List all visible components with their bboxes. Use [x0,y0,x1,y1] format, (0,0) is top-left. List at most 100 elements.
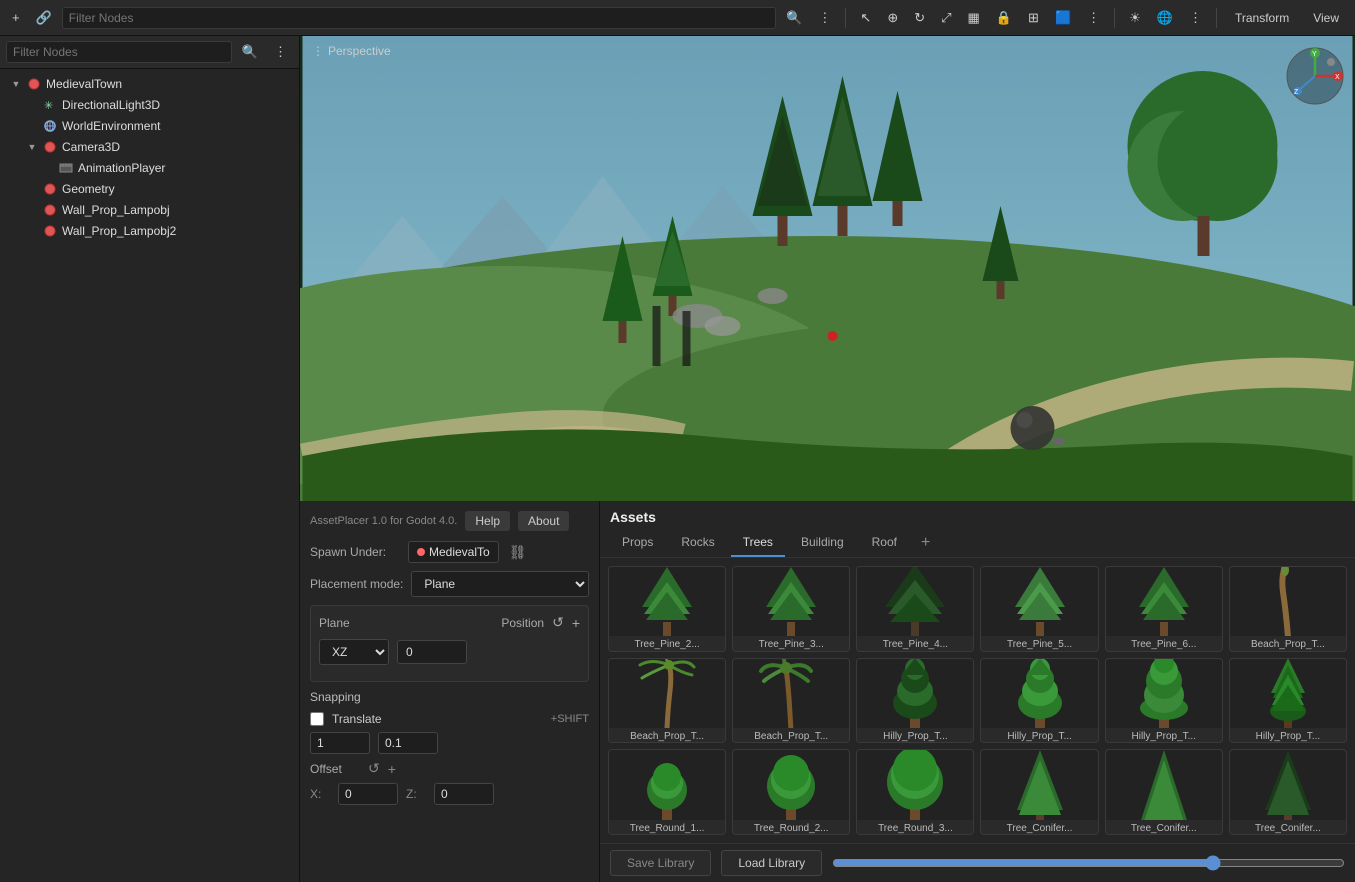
offset-add-button[interactable]: + [388,761,396,777]
add-tab-button[interactable]: + [913,530,938,556]
grid-tool-button[interactable]: ⊞ [1022,6,1045,30]
bottom-area: AssetPlacer 1.0 for Godot 4.0. Help Abou… [300,501,1355,882]
tree-item-medieval-town[interactable]: ▼MedievalTown [0,73,299,94]
offset-z-label: Z: [406,787,426,801]
tree-film-button[interactable] [255,75,273,92]
asset-item-beach-prop-t1[interactable]: Beach_Prop_T... [1229,566,1347,652]
tree-item-wall-prop-lamp2[interactable]: Wall_Prop_Lampobj2 [0,220,299,241]
asset-item-tree-conifer-1[interactable]: Tree_Conifer... [980,749,1098,835]
zoom-slider[interactable] [832,855,1345,871]
asset-item-tree-pine-2[interactable]: Tree_Pine_2... [608,566,726,652]
asset-item-tree-pine-5[interactable]: Tree_Pine_5... [980,566,1098,652]
tree-film-button[interactable] [255,96,273,113]
transform-button[interactable]: Transform [1225,7,1299,29]
translate-value-input[interactable] [310,732,370,754]
asset-item-beach-prop-t3[interactable]: Beach_Prop_T... [732,658,850,744]
scene-more-button[interactable]: ⋮ [268,40,293,64]
svg-text:Z: Z [1294,89,1299,96]
add-node-button[interactable]: + [6,6,26,29]
search-button[interactable]: 🔍 [780,6,808,30]
translate-snap-checkbox[interactable] [310,712,324,726]
position-add-button[interactable]: + [572,615,580,631]
asset-item-tree-conifer-3[interactable]: Tree_Conifer... [1229,749,1347,835]
more2-tool-button[interactable]: ⋮ [1183,6,1208,30]
tree-eye-button[interactable] [275,138,293,155]
viewport-label: ⋮ Perspective [312,44,391,58]
chain-button[interactable]: ⛓ [507,544,529,561]
tree-eye-button[interactable] [275,75,293,92]
asset-item-tree-round-1[interactable]: Tree_Round_1... [608,749,726,835]
tab-rocks[interactable]: Rocks [669,529,726,557]
asset-item-hilly-prop-t1[interactable]: Hilly_Prop_T... [856,658,974,744]
tree-eye-button[interactable] [275,117,293,134]
tree-eye-button[interactable] [275,201,293,218]
dots-tool-button[interactable]: ⋮ [1081,6,1106,30]
tab-trees[interactable]: Trees [731,529,785,557]
position-input[interactable] [397,640,467,664]
about-button[interactable]: About [518,511,569,531]
scene-search-button[interactable]: 🔍 [236,40,264,64]
tree-eye-button[interactable] [275,159,293,176]
tree-eye-button[interactable] [275,222,293,239]
filter-nodes-input[interactable] [62,7,776,29]
link-button[interactable]: 🔗 [30,6,58,30]
tree-item-camera3d[interactable]: ▼Camera3D [0,136,299,157]
asset-item-hilly-prop-t4[interactable]: Hilly_Prop_T... [1229,658,1347,744]
asset-item-beach-prop-t2[interactable]: Beach_Prop_T... [608,658,726,744]
tree-item-world-environment[interactable]: WorldEnvironment [0,115,299,136]
view3d-tool-button[interactable]: 🟦 [1049,6,1077,30]
tree-item-geometry[interactable]: Geometry [0,178,299,199]
tab-props[interactable]: Props [610,529,665,557]
tree-film-button[interactable] [255,138,273,155]
asset-item-tree-conifer-2[interactable]: Tree_Conifer... [1105,749,1223,835]
rotate-tool-button[interactable]: ↻ [908,6,931,30]
tree-eye-button[interactable] [275,180,293,197]
asset-item-tree-pine-4[interactable]: Tree_Pine_4... [856,566,974,652]
tab-building[interactable]: Building [789,529,856,557]
scale-tool-button[interactable]: ⤢ [935,6,957,30]
tree-film-button[interactable] [255,201,273,218]
asset-item-tree-pine-3[interactable]: Tree_Pine_3... [732,566,850,652]
asset-thumbnail [733,659,849,728]
asset-item-tree-pine-6[interactable]: Tree_Pine_6... [1105,566,1223,652]
position-reset-button[interactable]: ↺ [552,614,564,631]
offset-z-input[interactable] [434,783,494,805]
tree-eye-button[interactable] [275,96,293,113]
more-options-button[interactable]: ⋮ [812,6,837,30]
plane-axis-select[interactable]: XZ [319,639,389,665]
scene-tree-header: 🔍 ⋮ [0,36,299,69]
asset-name: Tree_Conifer... [1230,820,1346,834]
translate-fine-input[interactable] [378,732,438,754]
save-library-button[interactable]: Save Library [610,850,711,876]
asset-item-hilly-prop-t3[interactable]: Hilly_Prop_T... [1105,658,1223,744]
tree-film-button[interactable] [255,222,273,239]
tree-arrow-icon [42,162,54,174]
move-tool-button[interactable]: ⊕ [881,6,904,30]
offset-x-label: X: [310,787,330,801]
asset-item-tree-round-3[interactable]: Tree_Round_3... [856,749,974,835]
load-library-button[interactable]: Load Library [721,850,822,876]
placement-mode-select[interactable]: Plane [411,571,589,597]
sun-tool-button[interactable]: ☀ [1123,6,1147,30]
view-button[interactable]: View [1303,7,1349,29]
asset-item-hilly-prop-t2[interactable]: Hilly_Prop_T... [980,658,1098,744]
spawn-target[interactable]: MedievalTo [408,541,499,563]
asset-item-tree-round-2[interactable]: Tree_Round_2... [732,749,850,835]
translate-shortcut: +SHIFT [551,713,589,725]
tree-item-directional-light[interactable]: ✳DirectionalLight3D [0,94,299,115]
globe-tool-button[interactable]: 🌐 [1151,6,1179,30]
offset-x-input[interactable] [338,783,398,805]
filter-nodes-input-2[interactable] [6,41,232,63]
lock-tool-button[interactable]: 🔒 [990,6,1018,30]
tab-roof[interactable]: Roof [860,529,909,557]
offset-reset-button[interactable]: ↺ [368,760,380,777]
viewport[interactable]: ⋮ Perspective [300,36,1355,501]
tree-item-animation-player[interactable]: AnimationPlayer [0,157,299,178]
tree-film-button[interactable] [255,180,273,197]
tree-item-wall-prop-lamp[interactable]: Wall_Prop_Lampobj [0,199,299,220]
select-tool-button[interactable]: ↖ [854,6,877,30]
snap-tool-button[interactable]: ▦ [962,6,986,30]
spawn-under-row: Spawn Under: MedievalTo ⛓ [310,541,589,563]
help-button[interactable]: Help [465,511,510,531]
perspective-label: Perspective [328,44,391,58]
